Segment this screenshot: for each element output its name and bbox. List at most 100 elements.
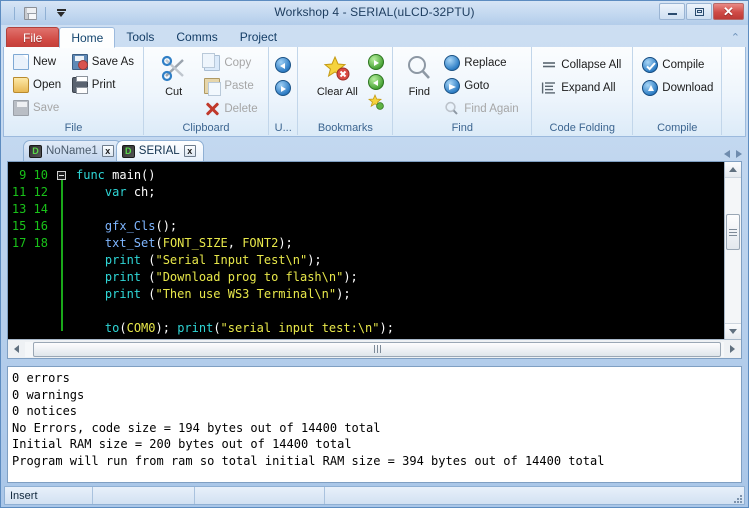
vscroll-track[interactable] [725, 178, 741, 323]
ribbon-group-find: Find Replace Goto [393, 47, 532, 135]
doc-tab-label: SERIAL [139, 145, 180, 157]
scroll-left-icon[interactable] [8, 341, 25, 358]
hscroll-thumb[interactable] [33, 342, 721, 357]
fold-scope-line [61, 180, 63, 331]
prev-bookmark-button[interactable] [368, 72, 384, 92]
copy-button[interactable]: Copy [200, 51, 263, 74]
doc-tab-serial[interactable]: D SERIAL x [116, 140, 204, 161]
window-title: Workshop 4 - SERIAL(uLCD-32PTU) [1, 5, 748, 19]
tab-scroll-left-icon[interactable] [724, 150, 730, 158]
code-line: print ("Download prog to flash\n"); [76, 269, 724, 286]
code-line: txt_Set(FONT_SIZE, FONT2); [76, 235, 724, 252]
ribbon-group-file: New Open Save Save As [4, 47, 144, 135]
find-again-icon [444, 101, 460, 117]
close-icon[interactable]: ✕ [713, 3, 744, 20]
compile-button[interactable]: Compile [638, 53, 717, 76]
status-cell-3 [195, 487, 325, 504]
collapse-all-button[interactable]: Collapse All [537, 53, 627, 76]
ribbon: New Open Save Save As [3, 47, 746, 137]
download-button[interactable]: Download [638, 76, 717, 99]
chevron-up-icon[interactable]: ⌃ [731, 31, 740, 44]
save-disk-icon [13, 100, 29, 116]
ribbon-group-label-find: Find [393, 121, 531, 135]
ribbon-group-label-file: File [4, 121, 143, 135]
ribbon-group-label-undo: U... [269, 121, 297, 135]
ribbon-group-label-compile: Compile [633, 121, 721, 135]
magnifier-icon [404, 54, 434, 84]
output-line: 0 errors [12, 370, 741, 387]
ribbon-group-clipboard: Cut Copy Paste Delete [144, 47, 269, 135]
ribbon-group-label-overflow [722, 121, 745, 135]
new-button[interactable]: New [9, 50, 68, 73]
editor-horizontal-scrollbar[interactable] [8, 339, 741, 358]
code-line [76, 303, 724, 320]
goto-button[interactable]: Goto [440, 74, 526, 97]
delete-button[interactable]: Delete [200, 97, 263, 120]
star-delete-icon [322, 54, 352, 84]
4dgl-file-icon: D [29, 145, 42, 158]
cut-button[interactable]: Cut [149, 51, 198, 98]
resize-grip-icon[interactable] [732, 493, 742, 503]
scroll-right-icon[interactable] [724, 341, 741, 358]
doc-tab-noname1[interactable]: D NoName1 x [23, 140, 122, 161]
tab-navigation [724, 150, 742, 158]
find-again-button[interactable]: Find Again [440, 97, 526, 120]
tab-home[interactable]: Home [59, 27, 115, 48]
doc-tab-close-icon[interactable]: x [102, 145, 114, 157]
tab-project[interactable]: Project [229, 27, 288, 48]
fold-collapse-icon[interactable] [57, 171, 66, 180]
undo-button[interactable] [275, 53, 291, 76]
code-text-area[interactable]: func main() var ch; gfx_Cls(); txt_Set(F… [68, 162, 724, 339]
doc-tab-label: NoName1 [46, 145, 98, 157]
maximize-icon[interactable] [686, 3, 712, 20]
output-line: No Errors, code size = 194 bytes out of … [12, 420, 741, 437]
goto-arrow-icon [444, 78, 460, 94]
save-as-button[interactable]: Save As [68, 50, 138, 73]
print-button[interactable]: Print [68, 73, 138, 96]
minimize-icon[interactable] [659, 3, 685, 20]
compile-check-icon [642, 57, 658, 73]
hscroll-track[interactable] [25, 342, 724, 357]
paste-button[interactable]: Paste [200, 74, 263, 97]
output-line: Program will run from ram so total initi… [12, 453, 741, 470]
expand-all-icon [541, 80, 557, 96]
compiler-output-panel[interactable]: 0 errors0 warnings0 noticesNo Errors, co… [7, 366, 742, 483]
collapse-all-icon [541, 57, 557, 73]
toggle-bookmark-button[interactable] [368, 92, 384, 112]
download-arrow-icon [642, 80, 658, 96]
tab-file[interactable]: File [6, 27, 59, 48]
status-cell-2 [93, 487, 195, 504]
status-cell-4 [325, 487, 744, 504]
save-as-icon [72, 54, 88, 70]
delete-x-icon [204, 101, 220, 117]
save-button[interactable]: Save [9, 96, 68, 119]
tab-scroll-right-icon[interactable] [736, 150, 742, 158]
tab-comms[interactable]: Comms [165, 27, 228, 48]
doc-tab-close-icon[interactable]: x [184, 145, 196, 157]
scroll-up-icon[interactable] [725, 162, 741, 178]
open-folder-icon [13, 77, 29, 93]
vscroll-thumb[interactable] [726, 214, 740, 250]
expand-all-button[interactable]: Expand All [537, 76, 627, 99]
ribbon-group-label-clipboard: Clipboard [144, 121, 268, 135]
tab-tools[interactable]: Tools [115, 27, 165, 48]
replace-button[interactable]: Replace [440, 51, 526, 74]
application-window: Workshop 4 - SERIAL(uLCD-32PTU) ✕ File H… [0, 0, 749, 508]
status-insert-mode: Insert [5, 487, 93, 504]
open-button[interactable]: Open [9, 73, 68, 96]
ribbon-group-undo: U... [269, 47, 298, 135]
find-button[interactable]: Find [398, 51, 440, 98]
undo-icon [275, 57, 291, 73]
code-fold-column [54, 162, 68, 339]
paste-icon [204, 78, 220, 94]
copy-icon [204, 55, 220, 71]
title-bar: Workshop 4 - SERIAL(uLCD-32PTU) ✕ [1, 1, 748, 25]
code-line: to(COM0); print("serial input test:\n"); [76, 320, 724, 337]
arrow-right-green-icon [368, 54, 384, 70]
next-bookmark-button[interactable] [368, 52, 384, 72]
redo-button[interactable] [275, 76, 291, 99]
scroll-down-icon[interactable] [725, 323, 741, 339]
clear-all-bookmarks-button[interactable]: Clear All [306, 51, 368, 98]
editor-vertical-scrollbar[interactable] [724, 162, 741, 339]
code-line [76, 201, 724, 218]
